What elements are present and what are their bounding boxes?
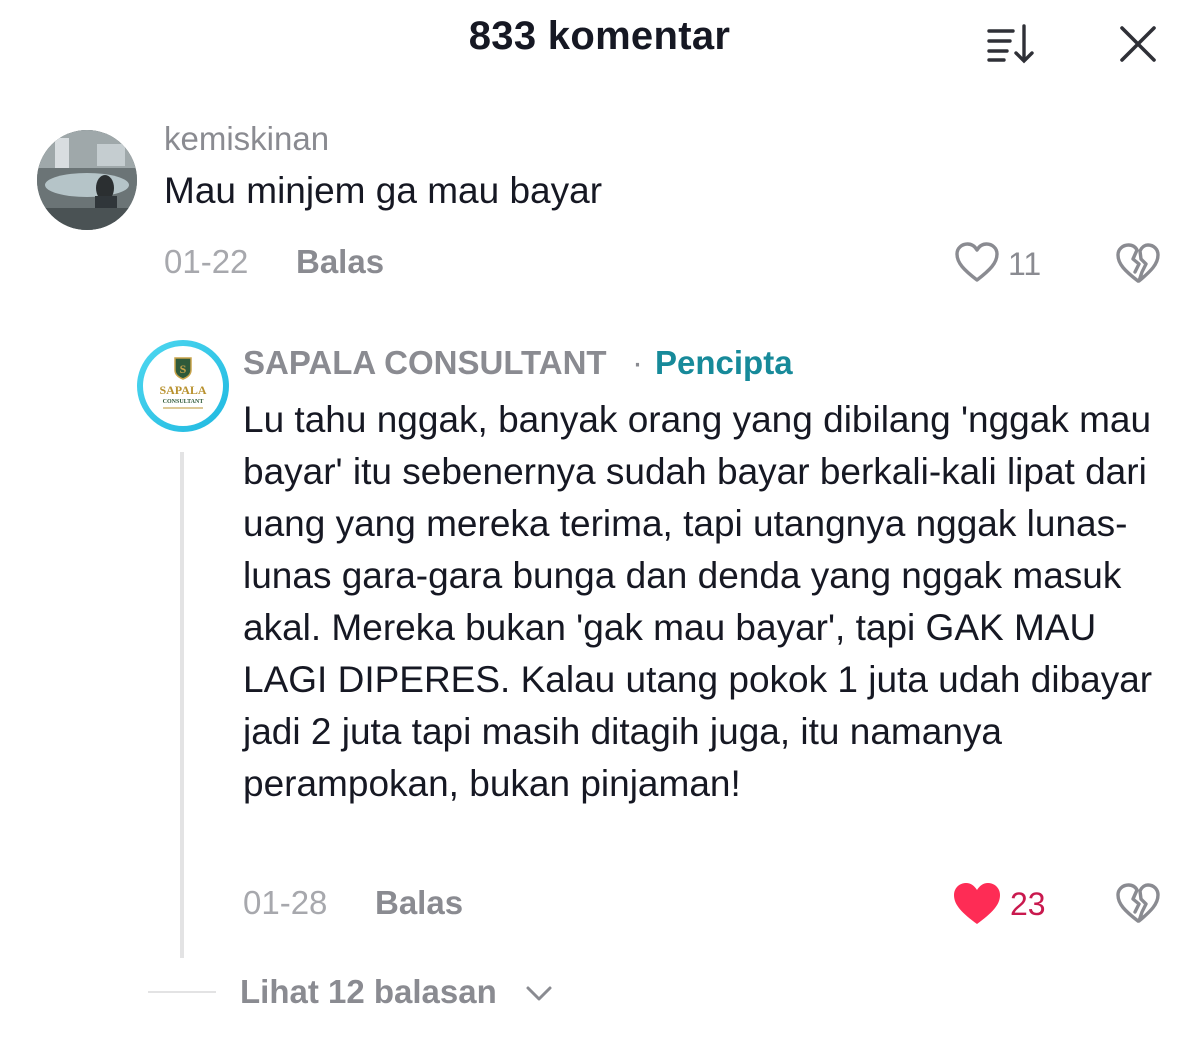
broken-heart-icon[interactable] bbox=[1114, 880, 1162, 928]
comment-date: 01-28 bbox=[243, 884, 328, 921]
comment-text: Mau minjem ga mau bayar bbox=[164, 170, 603, 211]
comment-date: 01-22 bbox=[164, 243, 249, 280]
avatar[interactable]: S SAPALA CONSULTANT bbox=[137, 340, 229, 432]
creator-badge: Pencipta bbox=[655, 344, 793, 381]
svg-text:S: S bbox=[180, 362, 187, 376]
heart-outline-icon[interactable] bbox=[954, 240, 1000, 286]
thread-line bbox=[180, 452, 184, 958]
sort-icon[interactable] bbox=[986, 22, 1038, 66]
comment-username[interactable]: SAPALA CONSULTANT bbox=[243, 344, 607, 382]
name-separator: · bbox=[632, 344, 643, 381]
reply-button[interactable]: Balas bbox=[296, 243, 384, 281]
divider bbox=[148, 991, 216, 993]
reply-button[interactable]: Balas bbox=[375, 884, 463, 922]
view-replies-button[interactable]: Lihat 12 balasan bbox=[240, 973, 497, 1011]
comment-text: Lu tahu nggak, banyak orang yang dibilan… bbox=[243, 399, 1153, 804]
comment-username[interactable]: kemiskinan bbox=[164, 120, 329, 158]
chevron-down-icon[interactable] bbox=[524, 980, 554, 1006]
broken-heart-icon[interactable] bbox=[1114, 240, 1162, 288]
like-count: 23 bbox=[1010, 886, 1046, 922]
avatar[interactable] bbox=[37, 130, 137, 230]
avatar-logo-subtext: CONSULTANT bbox=[163, 399, 204, 405]
like-count: 11 bbox=[1008, 246, 1042, 282]
avatar-logo-text: SAPALA bbox=[159, 383, 206, 397]
heart-filled-icon[interactable] bbox=[952, 880, 1002, 928]
close-icon[interactable] bbox=[1116, 22, 1160, 66]
